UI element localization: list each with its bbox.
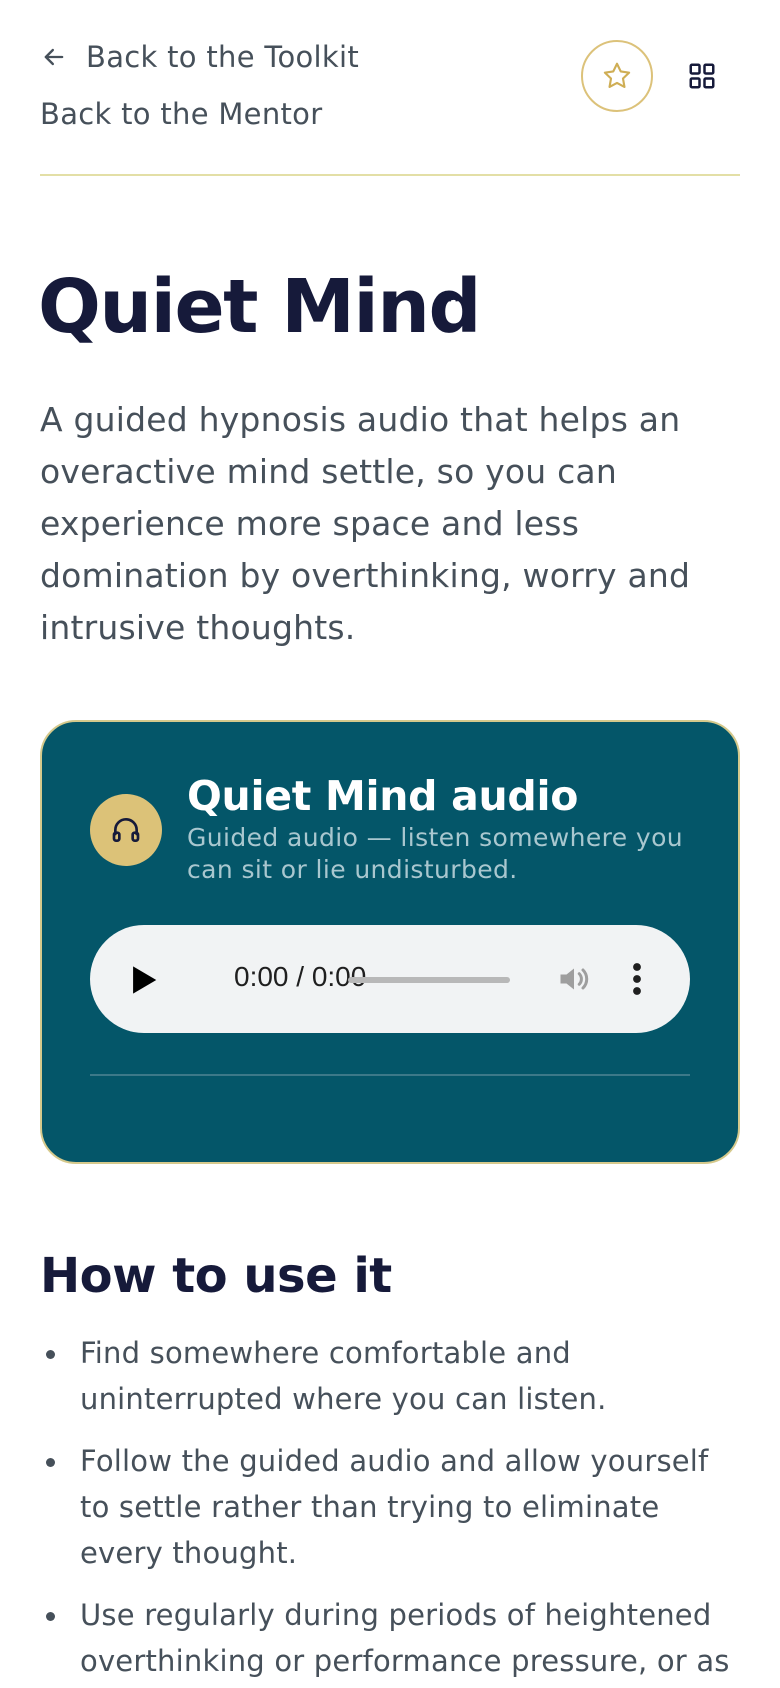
back-to-toolkit-label: Back to the Toolkit [86, 40, 360, 74]
audio-card: Quiet Mind audio Guided audio — listen s… [40, 720, 740, 1164]
favorite-button[interactable] [581, 40, 653, 112]
audio-seek-bar[interactable] [348, 977, 510, 983]
grid-icon [689, 63, 715, 89]
top-navigation: Back to the Toolkit Back to the Mentor [40, 0, 740, 176]
back-to-toolkit-link[interactable]: Back to the Toolkit [40, 40, 359, 74]
audio-card-subtitle: Guided audio — listen somewhere you can … [187, 823, 684, 884]
page-intro: A guided hypnosis audio that helps an ov… [40, 400, 691, 647]
how-to-heading: How to use it [40, 1248, 392, 1304]
toolkit-menu-button[interactable] [682, 56, 722, 96]
audio-card-title: Quiet Mind audio [187, 772, 579, 820]
arrow-left-icon [44, 48, 64, 66]
back-to-mentor-link[interactable]: Back to the Mentor [40, 97, 322, 131]
play-icon[interactable] [130, 965, 158, 995]
headphones-icon [112, 818, 140, 842]
trademark-symbol: ™ [437, 290, 463, 320]
audio-time: 0:00 / 0:00 [234, 961, 367, 992]
headphones-badge [90, 794, 162, 866]
page-title: Quiet Mind [38, 264, 481, 350]
list-item: Use regularly during periods of heighten… [40, 1592, 740, 1684]
list-item: Find somewhere comfortable and uninterru… [40, 1330, 740, 1422]
audio-player[interactable]: 0:00 / 0:00 [90, 925, 690, 1033]
more-options-icon[interactable] [630, 961, 644, 997]
volume-icon[interactable] [556, 961, 592, 997]
list-item: Follow the guided audio and allow yourse… [40, 1438, 740, 1576]
how-to-steps: Find somewhere comfortable and uninterru… [40, 1330, 740, 1688]
audio-card-divider [90, 1074, 690, 1076]
star-icon [603, 62, 631, 88]
